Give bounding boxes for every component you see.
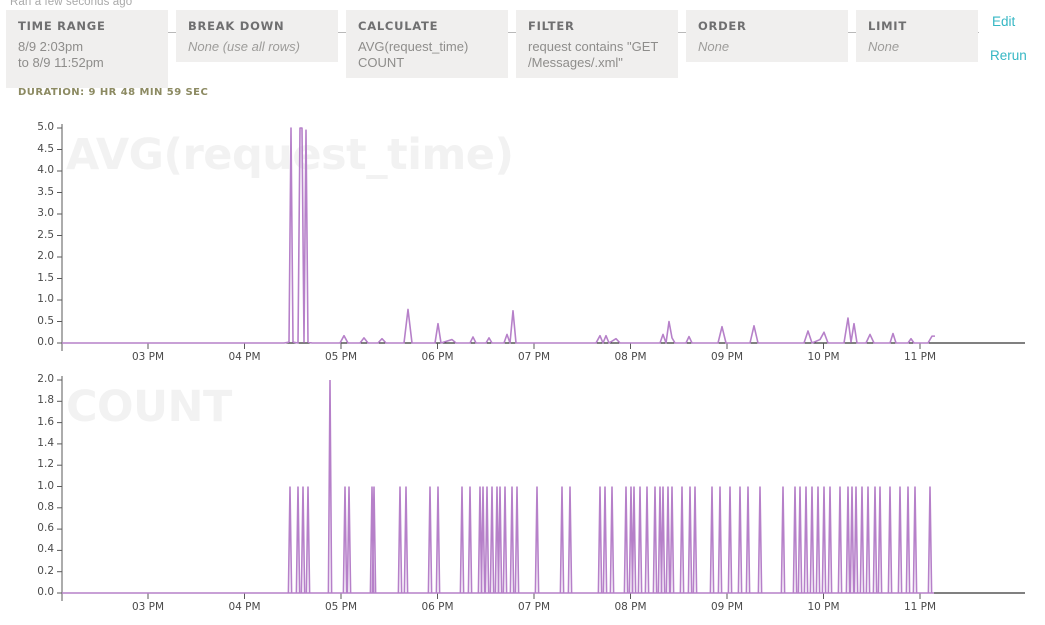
query-card-time-range[interactable]: TIME RANGE 8/9 2:03pm to 8/9 11:52pm DUR… — [6, 10, 168, 88]
query-card-filter[interactable]: FILTER request contains "GET /Messages/.… — [516, 10, 678, 78]
chart-count[interactable]: COUNT 2.01.81.61.41.21.00.80.60.40.20.0 … — [0, 370, 1045, 615]
query-card-calculate[interactable]: CALCULATE AVG(request_time) COUNT — [346, 10, 508, 78]
query-card-title: FILTER — [528, 19, 678, 33]
query-card-limit[interactable]: LIMIT None — [856, 10, 978, 62]
query-card-title: BREAK DOWN — [188, 19, 338, 33]
chart2-plot-area — [0, 370, 1045, 615]
chart-avg-request-time[interactable]: AVG(request_time) 5.04.54.03.53.02.52.01… — [0, 118, 1045, 358]
query-card-value-line: /Messages/.xml" — [528, 55, 678, 71]
query-card-value-line: COUNT — [358, 55, 508, 71]
edit-query-link[interactable]: Edit — [992, 14, 1015, 29]
query-duration-label: DURATION: 9 HR 48 MIN 59 SEC — [18, 87, 208, 98]
query-card-order[interactable]: ORDER None — [686, 10, 848, 62]
query-card-value-line: 8/9 2:03pm — [18, 39, 168, 55]
query-card-title: ORDER — [698, 19, 848, 33]
query-card-value-line: None (use all rows) — [188, 39, 338, 55]
query-card-value-line: request contains "GET — [528, 39, 678, 55]
query-card-title: LIMIT — [868, 19, 978, 33]
query-card-value-line: None — [698, 39, 848, 55]
query-card-title: TIME RANGE — [18, 19, 168, 33]
query-card-value-line: AVG(request_time) — [358, 39, 508, 55]
query-card-value-line: to 8/9 11:52pm — [18, 55, 168, 71]
query-card-title: CALCULATE — [358, 19, 508, 33]
rerun-query-link[interactable]: Rerun — [990, 48, 1027, 63]
query-card-value-line: None — [868, 39, 978, 55]
ran-status-label: Ran a few seconds ago — [10, 0, 132, 8]
query-card-break-down[interactable]: BREAK DOWN None (use all rows) — [176, 10, 338, 62]
chart1-plot-area — [0, 118, 1045, 358]
query-builder-bar: TIME RANGE 8/9 2:03pm to 8/9 11:52pm DUR… — [0, 10, 1045, 88]
